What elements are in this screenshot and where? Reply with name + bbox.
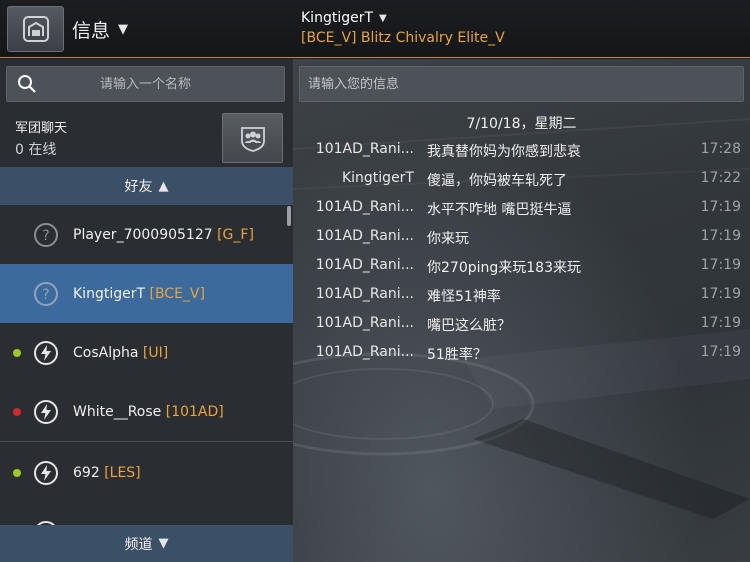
chat-user-name: KingtigerT — [301, 10, 374, 26]
svg-text:?: ? — [42, 228, 49, 244]
busy-status-dot — [13, 407, 21, 416]
message-text: 你270ping来玩183来玩 — [427, 260, 581, 276]
message-text: 你来玩 — [427, 231, 469, 247]
chevron-down-icon: ▼ — [118, 22, 129, 37]
friend-item[interactable]: 692 [LES] — [0, 443, 293, 502]
message-sender[interactable]: 101AD_Rani... — [316, 315, 414, 331]
friend-name: Player_7000905127 [G_F] — [73, 226, 254, 243]
contacts-panel: 军团聊天 0 在线 好友 ▲ ? Player_7000905127 [G_F]… — [0, 59, 293, 562]
friend-name: 692 [LES] — [73, 464, 141, 481]
online-status-dot — [13, 468, 21, 477]
section-title: 信息 — [72, 20, 111, 42]
unknown-status-icon: ? — [33, 281, 59, 307]
lightning-icon — [33, 460, 59, 486]
channels-section-toggle[interactable]: 频道 ▼ — [0, 525, 293, 562]
chat-user-clan: [BCE_V] Blitz Chivalry Elite_V — [301, 30, 505, 46]
friends-list: ? Player_7000905127 [G_F] ? KingtigerT [… — [0, 205, 293, 525]
chat-message: 101AD_Rani... 你来玩 17:19 — [293, 224, 750, 253]
message-sender[interactable]: 101AD_Rani... — [316, 199, 414, 215]
top-bar: 信息 ▼ KingtigerT ▼ [BCE_V] Blitz Chivalry… — [0, 0, 750, 58]
search-icon — [7, 74, 47, 94]
channels-label: 频道 — [124, 536, 153, 553]
friends-scrollbar[interactable] — [287, 206, 291, 226]
chat-message: 101AD_Rani... 嘴巴这么脏？ 17:19 — [293, 311, 750, 340]
legion-online-count: 0 在线 — [15, 142, 57, 158]
message-time: 17:19 — [700, 344, 741, 360]
date-header: 7/10/18，星期二 — [466, 116, 577, 132]
message-sender[interactable]: 101AD_Rani... — [316, 228, 414, 244]
chevron-up-icon: ▲ — [158, 178, 169, 194]
garage-icon — [22, 16, 49, 42]
chat-message: 101AD_Rani... 51胜率？ 17:19 — [293, 340, 750, 369]
message-time: 17:28 — [700, 141, 741, 157]
section-title-dropdown[interactable]: 信息 ▼ — [72, 16, 128, 43]
unknown-status-icon: ? — [33, 222, 59, 248]
message-time: 17:19 — [700, 228, 741, 244]
message-input[interactable] — [299, 66, 744, 102]
message-sender[interactable]: 101AD_Rani... — [316, 141, 414, 157]
message-text: 嘴巴这么脏？ — [427, 318, 511, 334]
online-status-dot — [13, 348, 21, 357]
friend-item[interactable]: CosAlpha [UI] — [0, 323, 293, 382]
message-text: 51胜率？ — [427, 347, 487, 363]
friend-name: White__Rose [101AD] — [73, 403, 224, 420]
legion-members-button[interactable] — [222, 113, 283, 163]
lightning-icon — [33, 399, 59, 425]
home-button[interactable] — [7, 6, 64, 52]
chat-message: 101AD_Rani... 你270ping来玩183来玩 17:19 — [293, 253, 750, 282]
message-text: 水平不咋地 嘴巴挺牛逼 — [427, 202, 572, 218]
message-sender[interactable]: 101AD_Rani... — [316, 344, 414, 360]
message-time: 17:19 — [700, 199, 741, 215]
friend-item-selected[interactable]: ? KingtigerT [BCE_V] — [0, 264, 293, 323]
friend-item-partial[interactable] — [0, 503, 293, 525]
search-input[interactable] — [47, 76, 284, 92]
friends-label: 好友 — [124, 179, 153, 195]
friend-item[interactable]: White__Rose [101AD] — [0, 382, 293, 441]
chevron-down-icon: ▼ — [158, 536, 169, 551]
search-box[interactable] — [6, 66, 285, 102]
chat-message: 101AD_Rani... 难怪51神率 17:19 — [293, 282, 750, 311]
friend-name: CosAlpha [UI] — [73, 344, 169, 361]
svg-text:?: ? — [42, 287, 49, 303]
message-time: 17:22 — [700, 170, 741, 186]
friend-item[interactable]: ? Player_7000905127 [G_F] — [0, 205, 293, 264]
message-sender[interactable]: 101AD_Rani... — [316, 286, 414, 302]
message-time: 17:19 — [700, 286, 741, 302]
legion-chat-label: 军团聊天 — [15, 121, 68, 136]
friends-section-toggle[interactable]: 好友 ▲ — [0, 167, 293, 205]
message-text: 我真替你妈为你感到悲哀 — [427, 144, 581, 160]
chat-panel: 7/10/18，星期二 101AD_Rani... 我真替你妈为你感到悲哀 17… — [293, 59, 750, 562]
message-text: 难怪51神率 — [427, 289, 501, 305]
chat-message: KingtigerT 傻逼，你妈被车轧死了 17:22 — [293, 166, 750, 195]
message-sender[interactable]: KingtigerT — [342, 170, 414, 186]
divider — [0, 441, 293, 442]
chevron-down-icon: ▼ — [379, 12, 387, 24]
group-icon — [240, 127, 265, 152]
message-sender[interactable]: 101AD_Rani... — [316, 257, 414, 273]
chat-user-dropdown[interactable]: KingtigerT ▼ — [301, 10, 387, 26]
message-time: 17:19 — [700, 257, 741, 273]
message-time: 17:19 — [700, 315, 741, 331]
legion-chat[interactable]: 军团聊天 0 在线 — [0, 109, 293, 167]
friend-name: KingtigerT [BCE_V] — [73, 285, 205, 302]
message-text: 傻逼，你妈被车轧死了 — [427, 173, 567, 189]
lightning-icon — [33, 340, 59, 366]
chat-message: 101AD_Rani... 水平不咋地 嘴巴挺牛逼 17:19 — [293, 195, 750, 224]
chat-message: 101AD_Rani... 我真替你妈为你感到悲哀 17:28 — [293, 137, 750, 166]
